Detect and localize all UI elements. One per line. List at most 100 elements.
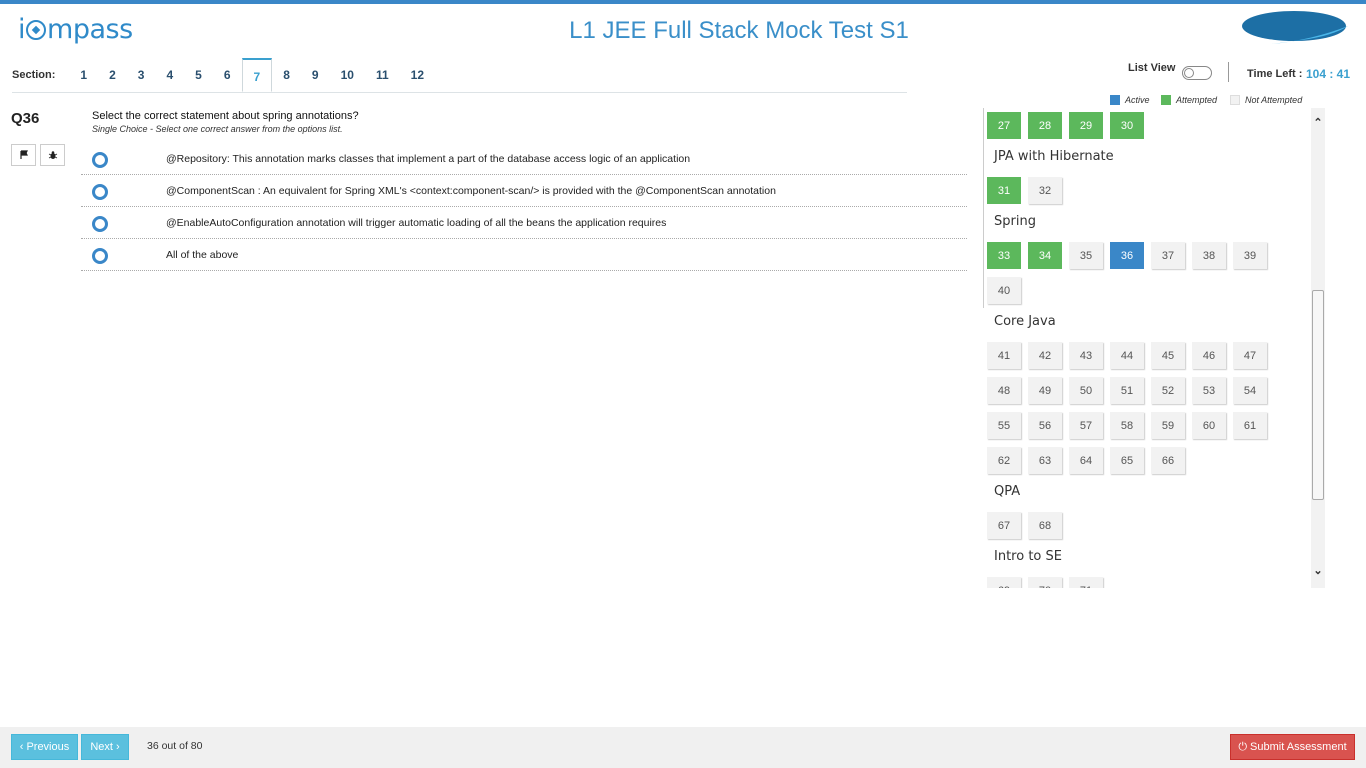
palette-question-67[interactable]: 67: [987, 512, 1021, 539]
option-text: @Repository: This annotation marks class…: [166, 153, 691, 165]
palette-question-65[interactable]: 65: [1110, 447, 1144, 474]
section-tab-7[interactable]: 7: [241, 58, 273, 92]
palette-group-title: Core Java: [994, 314, 1056, 329]
section-tab-3[interactable]: 3: [127, 58, 156, 92]
section-label: Section:: [12, 69, 56, 81]
palette-question-39[interactable]: 39: [1233, 242, 1267, 269]
time-left-value: 104 : 41: [1306, 67, 1351, 81]
palette-question-57[interactable]: 57: [1069, 412, 1103, 439]
list-view-label: List View: [1128, 62, 1176, 74]
option-text: All of the above: [166, 249, 239, 261]
list-view-toggle[interactable]: [1182, 66, 1212, 80]
palette-question-27[interactable]: 27: [987, 112, 1021, 139]
scroll-up-icon[interactable]: ⌃: [1313, 118, 1323, 129]
palette-question-44[interactable]: 44: [1110, 342, 1144, 369]
palette-border: [983, 108, 984, 308]
palette-question-29[interactable]: 29: [1069, 112, 1103, 139]
radio-button[interactable]: [92, 216, 108, 232]
palette-question-60[interactable]: 60: [1192, 412, 1226, 439]
palette-question-51[interactable]: 51: [1110, 377, 1144, 404]
palette-question-58[interactable]: 58: [1110, 412, 1144, 439]
section-tab-11[interactable]: 11: [365, 58, 400, 92]
palette-question-46[interactable]: 46: [1192, 342, 1226, 369]
palette-question-35[interactable]: 35: [1069, 242, 1103, 269]
answer-option[interactable]: @ComponentScan : An equivalent for Sprin…: [81, 175, 967, 207]
question-hint: Single Choice - Select one correct answe…: [92, 124, 343, 134]
palette-question-34[interactable]: 34: [1028, 242, 1062, 269]
palette-question-61[interactable]: 61: [1233, 412, 1267, 439]
submit-assessment-button[interactable]: ⏻ Submit Assessment: [1230, 734, 1355, 760]
previous-button[interactable]: ‹ Previous: [11, 734, 78, 760]
palette-question-56[interactable]: 56: [1028, 412, 1062, 439]
toggle-knob: [1184, 68, 1194, 78]
palette-question-48[interactable]: 48: [987, 377, 1021, 404]
legend-active: Active: [1110, 95, 1150, 105]
palette-scrollbar[interactable]: ⌃ ⌄: [1311, 108, 1325, 588]
time-left-label: Time Left :: [1247, 68, 1303, 80]
palette-question-69[interactable]: 69: [987, 577, 1021, 588]
palette-question-32[interactable]: 32: [1028, 177, 1062, 204]
palette-question-40[interactable]: 40: [987, 277, 1021, 304]
question-palette: 27 28 29 30 JPA with Hibernate 31 32 Spring 33 34…: [983, 108, 1325, 588]
palette-question-68[interactable]: 68: [1028, 512, 1062, 539]
legend-swatch-not-attempted: [1230, 95, 1240, 105]
palette-question-64[interactable]: 64: [1069, 447, 1103, 474]
palette-question-53[interactable]: 53: [1192, 377, 1226, 404]
palette-question-66[interactable]: 66: [1151, 447, 1185, 474]
palette-question-36[interactable]: 36: [1110, 242, 1144, 269]
answer-option[interactable]: @EnableAutoConfiguration annotation will…: [81, 207, 967, 239]
bug-icon: [48, 151, 57, 159]
test-title: L1 JEE Full Stack Mock Test S1: [569, 17, 909, 44]
palette-question-31[interactable]: 31: [987, 177, 1021, 204]
section-tab-9[interactable]: 9: [301, 58, 330, 92]
palette-question-63[interactable]: 63: [1028, 447, 1062, 474]
palette-question-45[interactable]: 45: [1151, 342, 1185, 369]
palette-question-71[interactable]: 71: [1069, 577, 1103, 588]
section-tab-2[interactable]: 2: [98, 58, 127, 92]
palette-question-41[interactable]: 41: [987, 342, 1021, 369]
palette-question-28[interactable]: 28: [1028, 112, 1062, 139]
palette-question-37[interactable]: 37: [1151, 242, 1185, 269]
answer-option[interactable]: All of the above: [81, 239, 967, 271]
palette-question-52[interactable]: 52: [1151, 377, 1185, 404]
answer-options: @Repository: This annotation marks class…: [81, 143, 967, 271]
section-tab-1[interactable]: 1: [69, 58, 98, 92]
section-tab-10[interactable]: 10: [330, 58, 365, 92]
section-tab-6[interactable]: 6: [213, 58, 242, 92]
palette-question-47[interactable]: 47: [1233, 342, 1267, 369]
chevron-right-icon: ›: [115, 741, 120, 753]
radio-button[interactable]: [92, 152, 108, 168]
palette-question-70[interactable]: 70: [1028, 577, 1062, 588]
palette-question-30[interactable]: 30: [1110, 112, 1144, 139]
footer-bar: [0, 727, 1366, 768]
palette-question-54[interactable]: 54: [1233, 377, 1267, 404]
report-bug-button[interactable]: [40, 144, 65, 166]
question-text: Select the correct statement about sprin…: [92, 110, 359, 122]
palette-group-title: JPA with Hibernate: [994, 149, 1114, 164]
section-tab-12[interactable]: 12: [400, 58, 435, 92]
section-tab-8[interactable]: 8: [272, 58, 301, 92]
radio-button[interactable]: [92, 248, 108, 264]
next-button[interactable]: Next ›: [81, 734, 129, 760]
palette-question-42[interactable]: 42: [1028, 342, 1062, 369]
section-tabs: Section: 1 2 3 4 5 6 7 8 9 10 11 12: [12, 58, 435, 92]
flag-button[interactable]: [11, 144, 36, 166]
option-text: @EnableAutoConfiguration annotation will…: [166, 217, 667, 229]
question-number: Q36: [11, 110, 40, 127]
palette-question-38[interactable]: 38: [1192, 242, 1226, 269]
option-text: @ComponentScan : An equivalent for Sprin…: [166, 185, 776, 197]
section-divider: [12, 92, 907, 93]
palette-question-59[interactable]: 59: [1151, 412, 1185, 439]
palette-question-33[interactable]: 33: [987, 242, 1021, 269]
section-tab-5[interactable]: 5: [184, 58, 213, 92]
palette-question-62[interactable]: 62: [987, 447, 1021, 474]
palette-question-55[interactable]: 55: [987, 412, 1021, 439]
palette-question-43[interactable]: 43: [1069, 342, 1103, 369]
scroll-down-icon[interactable]: ⌄: [1313, 566, 1323, 577]
radio-button[interactable]: [92, 184, 108, 200]
palette-question-50[interactable]: 50: [1069, 377, 1103, 404]
answer-option[interactable]: @Repository: This annotation marks class…: [81, 143, 967, 175]
scrollbar-thumb[interactable]: [1312, 290, 1324, 500]
section-tab-4[interactable]: 4: [155, 58, 184, 92]
palette-question-49[interactable]: 49: [1028, 377, 1062, 404]
